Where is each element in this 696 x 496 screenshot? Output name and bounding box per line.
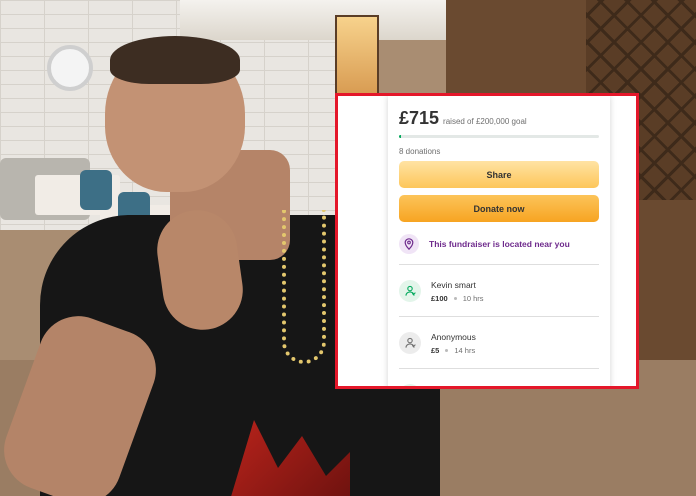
donor-person-icon [399,384,421,386]
donor-meta: £100 10 hrs [431,294,484,303]
amount-row: £715 raised of £200,000 goal [399,108,599,129]
gold-chain [282,210,326,364]
divider [399,368,599,369]
donor-name: Kevin smart [431,279,476,290]
donor-list: Kevin smart £100 10 hrs Anonymous £5 14 hrs Ha… [399,275,599,389]
location-text: This fundraiser is located near you [429,239,570,249]
donations-count: 8 donations [399,147,441,156]
progress-fill [399,135,402,138]
donor-row: Kevin smart £100 10 hrs [399,275,599,307]
fundraiser-screenshot-frame: £715 raised of £200,000 goal 8 donations… [335,93,639,389]
donate-now-button[interactable]: Donate now [399,195,599,222]
chair [80,170,112,210]
goal-text: raised of £200,000 goal [443,117,527,126]
divider [399,316,599,317]
donor-info: Anonymous £5 14 hrs [431,332,476,355]
porthole-window [47,45,93,91]
donor-meta: £5 14 hrs [431,346,476,355]
donor-info: Hamdi Zeqiri Family£20017 hrs [431,383,507,389]
donor-name: Anonymous [431,331,476,342]
separator-dot [453,296,457,300]
progress-bar [399,135,599,138]
location-pin-icon [399,234,419,254]
donor-time: 10 hrs [462,293,484,303]
donor-amount: £5 [431,345,440,355]
share-button[interactable]: Share [399,161,599,188]
separator-dot [445,348,449,352]
divider [399,264,599,265]
donor-amount: £100 [431,293,448,303]
donor-name: Hamdi Zeqiri Family [431,383,507,389]
fundraiser-card: £715 raised of £200,000 goal 8 donations… [388,96,610,389]
ceiling [180,0,480,40]
donor-time: 14 hrs [454,345,476,355]
donor-person-icon [399,280,421,302]
location-notice: This fundraiser is located near you [399,234,599,254]
donor-row: Hamdi Zeqiri Family£20017 hrs [399,379,599,389]
donor-person-icon [399,332,421,354]
person-hair [110,36,240,84]
donor-row: Anonymous £5 14 hrs [399,327,599,359]
amount-raised: £715 [399,108,440,128]
donor-info: Kevin smart £100 10 hrs [431,280,484,303]
lamp [335,15,379,104]
